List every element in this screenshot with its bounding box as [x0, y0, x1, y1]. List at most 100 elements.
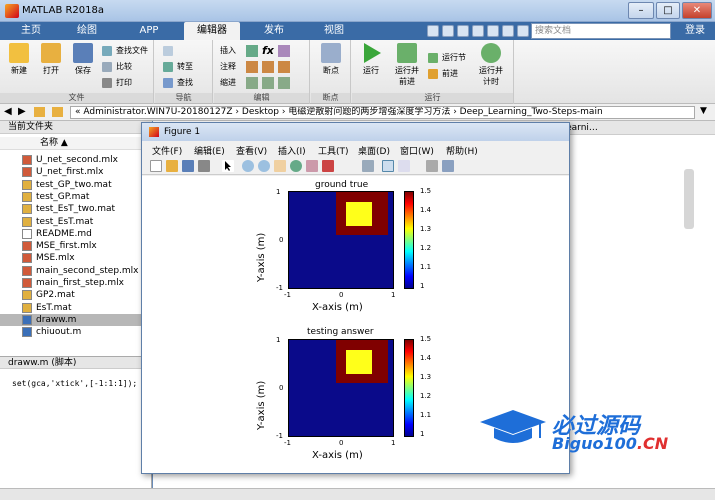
- link-plot-icon[interactable]: [362, 160, 374, 172]
- show-plot-tools-icon[interactable]: [442, 160, 454, 172]
- open-icon[interactable]: [166, 160, 178, 172]
- tab-publish[interactable]: 发布: [246, 22, 302, 40]
- zoom-out-icon[interactable]: [258, 160, 270, 172]
- redo-icon[interactable]: [502, 25, 514, 37]
- menu-window[interactable]: 窗口(W): [400, 144, 434, 157]
- forward-arrow-icon[interactable]: ▶: [18, 106, 26, 117]
- function-fx-icon[interactable]: fx: [262, 44, 274, 57]
- path-dropdown-icon[interactable]: ▼: [700, 106, 707, 116]
- print-button[interactable]: 打印: [102, 77, 132, 89]
- file-list-item[interactable]: GP2.mat: [0, 289, 152, 301]
- save-button[interactable]: 保存: [68, 43, 98, 76]
- figure-titlebar[interactable]: Figure 1: [142, 123, 569, 141]
- file-list-item[interactable]: test_GP_two.mat: [0, 179, 152, 191]
- tab-plots[interactable]: 绘图: [62, 22, 112, 40]
- decrease-indent-icon[interactable]: [262, 77, 274, 89]
- breakpoint-icon: [321, 43, 341, 63]
- rotate-3d-icon[interactable]: [290, 160, 302, 172]
- folder-icon[interactable]: [34, 107, 45, 117]
- file-list-item[interactable]: main_second_step.mlx: [0, 265, 152, 277]
- tab-editor[interactable]: 编辑器: [184, 22, 240, 40]
- colorbar-icon[interactable]: [382, 160, 394, 172]
- pan-hand-icon[interactable]: [274, 160, 286, 172]
- brush-icon[interactable]: [322, 160, 334, 172]
- cut-icon[interactable]: [442, 25, 454, 37]
- menu-view[interactable]: 查看(V): [236, 144, 267, 157]
- save-icon[interactable]: [182, 160, 194, 172]
- find-button[interactable]: 查找: [163, 77, 193, 89]
- file-list-item[interactable]: README.md: [0, 228, 152, 240]
- insert-section-icon[interactable]: [246, 45, 258, 57]
- colorbar[interactable]: [404, 191, 414, 289]
- menu-file[interactable]: 文件(F): [152, 144, 182, 157]
- colorbar-tick: 1.1: [420, 263, 432, 271]
- file-list-item[interactable]: U_net_second.mlx: [0, 154, 152, 166]
- save-icon[interactable]: [427, 25, 439, 37]
- tab-apps[interactable]: APP: [124, 22, 174, 40]
- run-button[interactable]: 运行: [356, 43, 386, 76]
- pointer-icon[interactable]: [222, 160, 234, 172]
- maximize-button[interactable]: □: [656, 2, 680, 19]
- advance-button[interactable]: 前进: [428, 68, 458, 80]
- new-button[interactable]: 新建: [4, 43, 34, 76]
- file-list-item[interactable]: chiuout.m: [0, 326, 152, 338]
- menu-insert[interactable]: 插入(I): [278, 144, 306, 157]
- zoom-in-icon[interactable]: [242, 160, 254, 172]
- file-list-item[interactable]: test_EsT.mat: [0, 216, 152, 228]
- menu-desktop[interactable]: 桌面(D): [358, 144, 390, 157]
- login-button[interactable]: 登录: [678, 23, 712, 39]
- name-column-header[interactable]: 名称 ▲: [0, 137, 152, 150]
- insert-button[interactable]: 插入: [220, 45, 236, 57]
- heatmap-axes[interactable]: [288, 191, 394, 289]
- run-advance-button[interactable]: 运行并 前进: [390, 43, 424, 87]
- minimize-button[interactable]: –: [628, 2, 654, 19]
- print-icon[interactable]: [198, 160, 210, 172]
- goto-button[interactable]: 转至: [163, 61, 193, 73]
- file-list-item[interactable]: MSE_first.mlx: [0, 240, 152, 252]
- legend-icon[interactable]: [398, 160, 410, 172]
- open-button[interactable]: 打开: [36, 43, 66, 76]
- new-figure-icon[interactable]: [150, 160, 162, 172]
- tab-view[interactable]: 视图: [306, 22, 362, 40]
- tab-home[interactable]: 主页: [6, 22, 56, 40]
- insert-menu-icon[interactable]: [278, 45, 290, 57]
- comment-button[interactable]: 注释: [220, 61, 236, 73]
- undo-icon[interactable]: [487, 25, 499, 37]
- data-cursor-icon[interactable]: [306, 160, 318, 172]
- breakpoints-button[interactable]: 断点: [316, 43, 346, 76]
- help-icon[interactable]: [517, 25, 529, 37]
- run-and-time-button[interactable]: 运行并 计时: [474, 43, 508, 87]
- browse-folder-icon[interactable]: [52, 107, 63, 117]
- path-field[interactable]: « Administrator.WIN7U-20180127Z › Deskto…: [70, 106, 695, 119]
- menu-tools[interactable]: 工具(T): [318, 144, 349, 157]
- file-list-item[interactable]: MSE.mlx: [0, 252, 152, 264]
- heatmap-axes[interactable]: [288, 339, 394, 437]
- wrap-comment-icon[interactable]: [278, 61, 290, 73]
- file-list-item[interactable]: main_first_step.mlx: [0, 277, 152, 289]
- compare-button[interactable]: 比较: [102, 61, 132, 73]
- uncomment-icon[interactable]: [262, 61, 274, 73]
- smart-indent-icon[interactable]: [246, 77, 258, 89]
- search-docs-input[interactable]: 搜索文档: [531, 23, 671, 39]
- file-list-item[interactable]: EsT.mat: [0, 302, 152, 314]
- file-list-item[interactable]: test_EsT_two.mat: [0, 203, 152, 215]
- file-list-item[interactable]: U_net_first.mlx: [0, 166, 152, 178]
- find-files-button[interactable]: 查找文件: [102, 45, 148, 57]
- menu-edit[interactable]: 编辑(E): [194, 144, 225, 157]
- close-button[interactable]: ✕: [682, 2, 712, 19]
- nav-arrows[interactable]: [163, 45, 177, 57]
- hide-plot-tools-icon[interactable]: [426, 160, 438, 172]
- copy-icon[interactable]: [457, 25, 469, 37]
- colorbar[interactable]: [404, 339, 414, 437]
- run-section-button[interactable]: 运行节: [428, 52, 466, 64]
- paste-icon[interactable]: [472, 25, 484, 37]
- comment-percent-icon[interactable]: [246, 61, 258, 73]
- back-arrow-icon[interactable]: ◀: [4, 106, 12, 117]
- editor-scrollbar[interactable]: [684, 169, 694, 229]
- indent-button[interactable]: 缩进: [220, 77, 236, 89]
- x-tick-label: 0: [339, 291, 344, 299]
- file-list-item[interactable]: test_GP.mat: [0, 191, 152, 203]
- increase-indent-icon[interactable]: [278, 77, 290, 89]
- menu-help[interactable]: 帮助(H): [446, 144, 478, 157]
- file-list-item[interactable]: draww.m: [0, 313, 152, 326]
